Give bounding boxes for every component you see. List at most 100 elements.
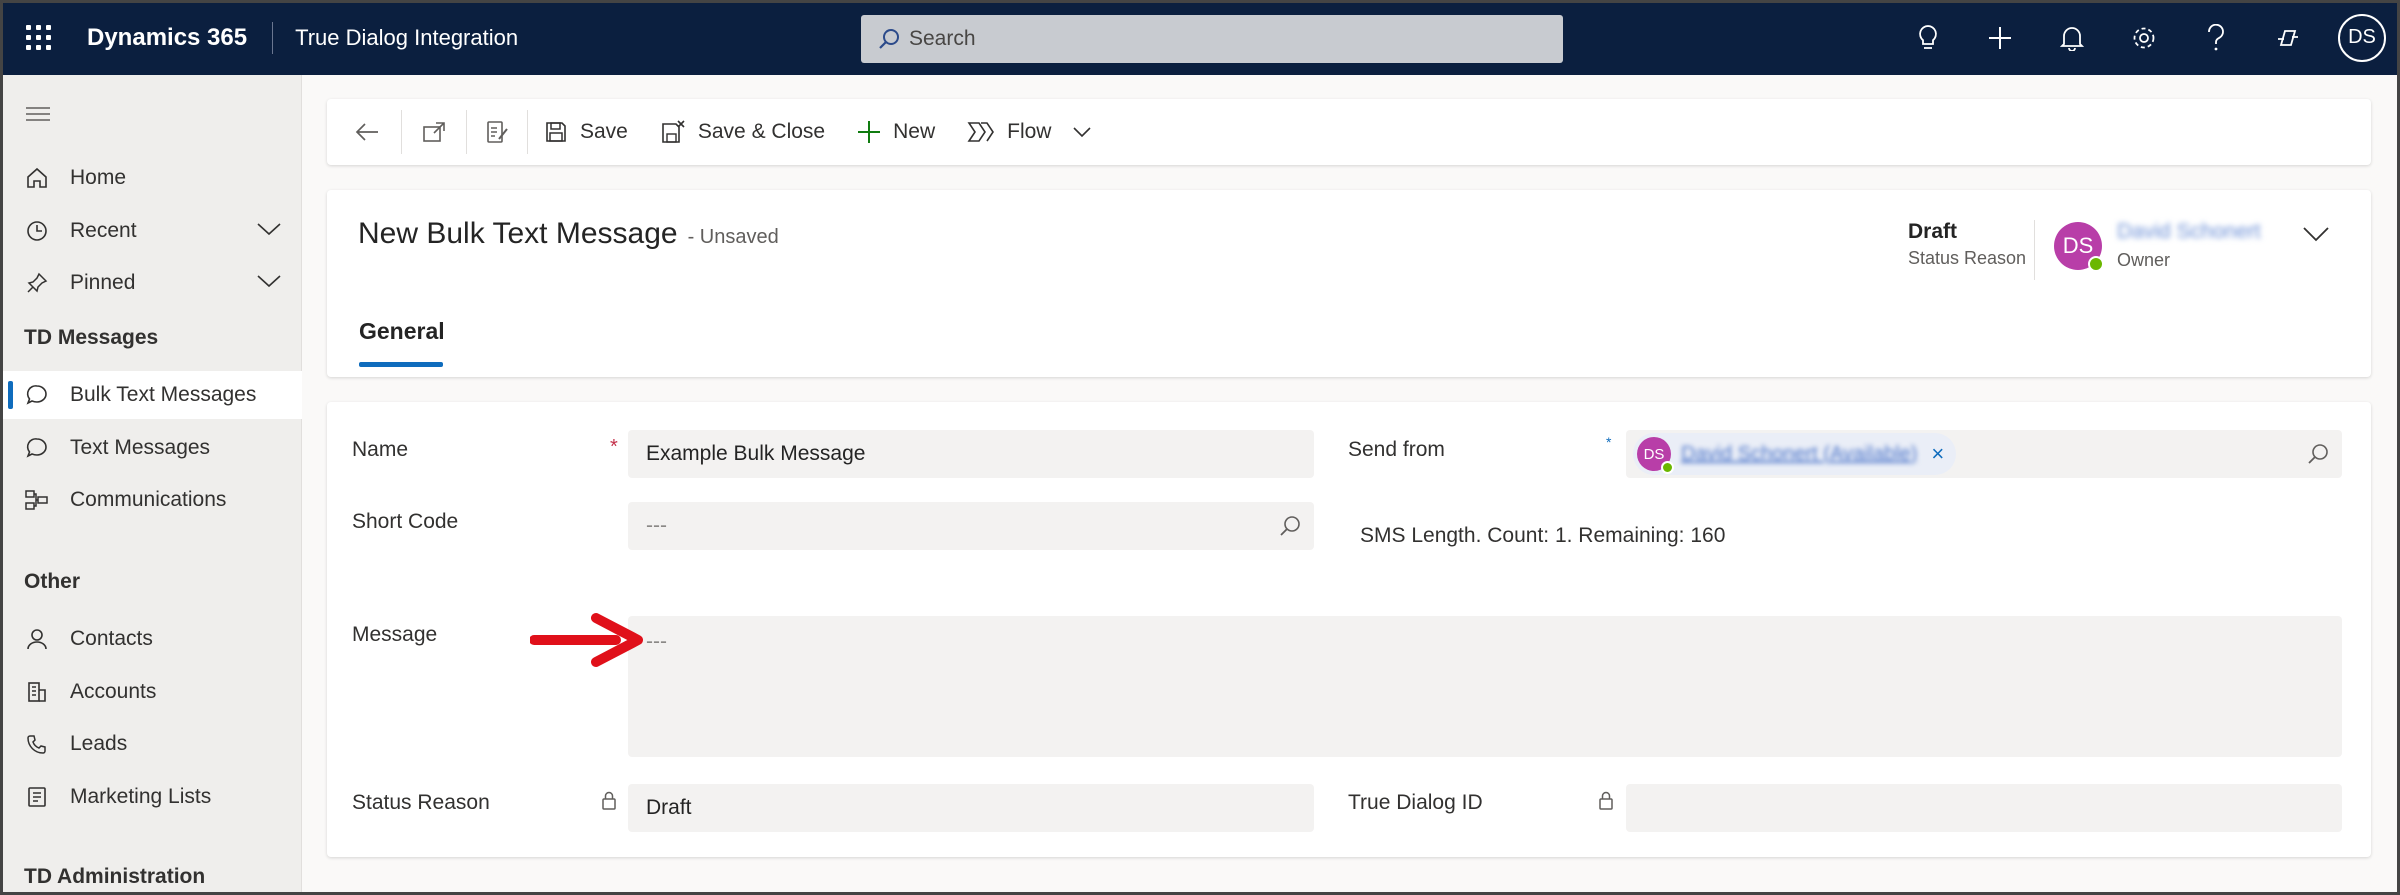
sidebar-item-label: Bulk Text Messages — [70, 383, 257, 406]
sidebar-item-text-messages[interactable]: Text Messages — [0, 424, 302, 472]
message-textarea[interactable]: --- — [628, 616, 2342, 757]
sms-length-info: SMS Length. Count: 1. Remaining: 160 — [1360, 524, 1726, 547]
save-label: Save — [580, 120, 628, 143]
sidebar-item-label: Text Messages — [70, 436, 211, 459]
list-icon — [0, 785, 70, 809]
person-icon — [0, 627, 70, 651]
back-button[interactable] — [327, 99, 401, 165]
search-input[interactable]: Search — [861, 15, 1563, 63]
message-label: Message — [352, 623, 438, 646]
presence-available-icon — [1661, 461, 1674, 474]
sidebar-item-communications[interactable]: Communications — [0, 476, 302, 524]
new-button[interactable]: New — [841, 99, 951, 165]
sidebar-item-accounts[interactable]: Accounts — [0, 668, 302, 716]
send-from-initials: DS — [1643, 445, 1665, 463]
chevron-down-icon[interactable] — [1073, 126, 1092, 138]
owner-label: Owner — [2117, 250, 2171, 270]
save-and-close-button[interactable]: Save & Close — [644, 99, 841, 165]
save-button[interactable]: Save — [528, 99, 644, 165]
chevron-down-icon[interactable] — [256, 271, 282, 295]
true-dialog-id-label: True Dialog ID — [1348, 791, 1483, 814]
send-from-label: Send from — [1348, 438, 1445, 461]
sidebar-item-marketing-lists[interactable]: Marketing Lists — [0, 773, 302, 821]
send-from-value-link[interactable]: David Schonert (Available) — [1681, 443, 1917, 466]
phone-person-icon — [0, 732, 70, 756]
sidebar: Home Recent Pinned TD Messages Bulk Text… — [0, 75, 302, 895]
sidebar-item-label: Marketing Lists — [70, 785, 212, 808]
sidebar-item-label: Contacts — [70, 627, 153, 650]
required-indicator: * — [610, 436, 618, 458]
header-expand-chevron-icon[interactable] — [2302, 226, 2330, 247]
flow-icon — [967, 122, 995, 142]
sidebar-item-home[interactable]: Home — [0, 154, 302, 202]
status-reason-field-value: Draft — [646, 796, 692, 819]
search-icon[interactable] — [2306, 442, 2330, 471]
short-code-lookup[interactable]: --- — [628, 502, 1314, 550]
sidebar-item-bulk-text-messages[interactable]: Bulk Text Messages — [0, 371, 302, 419]
flow-button[interactable]: Flow — [951, 99, 1107, 165]
plus-icon[interactable] — [1964, 0, 2036, 75]
status-reason-field: Draft — [628, 784, 1314, 832]
record-title-text: New Bulk Text Message — [358, 217, 678, 250]
header-divider — [2034, 220, 2035, 280]
sidebar-item-leads[interactable]: Leads — [0, 720, 302, 768]
sidebar-item-label: Leads — [70, 732, 128, 755]
user-avatar[interactable]: DS — [2338, 13, 2386, 62]
environment-name[interactable]: True Dialog Integration — [295, 25, 518, 51]
sidebar-item-contacts[interactable]: Contacts — [0, 615, 302, 663]
edit-document-icon — [487, 121, 508, 143]
communications-icon — [0, 488, 70, 512]
annotation-arrow-icon — [529, 612, 646, 673]
active-tab-indicator — [359, 362, 443, 367]
building-icon — [0, 680, 70, 704]
name-value: Example Bulk Message — [646, 442, 866, 465]
sidebar-item-pinned[interactable]: Pinned — [0, 259, 302, 307]
lock-icon — [1598, 791, 1614, 816]
top-bar: Dynamics 365 True Dialog Integration Sea… — [0, 0, 2400, 75]
name-field[interactable]: Example Bulk Message — [628, 430, 1314, 478]
save-and-close-label: Save & Close — [697, 120, 826, 143]
header-status-reason[interactable]: Draft Status Reason — [1908, 220, 2026, 269]
record-title: New Bulk Text Message - Unsaved — [358, 217, 779, 251]
copilot-icon[interactable] — [2252, 0, 2324, 75]
sidebar-item-label: Recent — [70, 219, 137, 242]
waffle-icon — [25, 25, 51, 50]
open-in-new-window-button[interactable] — [402, 99, 466, 165]
topbar-divider — [272, 21, 274, 54]
help-icon[interactable] — [2180, 0, 2252, 75]
hamburger-icon[interactable] — [26, 107, 50, 126]
plus-icon — [858, 121, 881, 143]
form-editor-button[interactable] — [467, 99, 527, 165]
true-dialog-id-field — [1626, 784, 2342, 832]
owner-avatar[interactable]: DS — [2054, 222, 2104, 272]
app-name[interactable]: Dynamics 365 — [87, 24, 247, 52]
business-recommended-indicator: * — [1606, 434, 1612, 450]
save-close-icon — [662, 120, 685, 143]
app-launcher-button[interactable] — [0, 0, 76, 75]
search-icon[interactable] — [1278, 514, 1302, 543]
unsaved-indicator: - Unsaved — [687, 226, 779, 248]
message-value: --- — [646, 630, 667, 653]
remove-selection-icon[interactable]: × — [1931, 441, 1944, 467]
chevron-down-icon[interactable] — [256, 219, 282, 243]
sidebar-item-label: Home — [70, 166, 127, 189]
gear-icon[interactable] — [2108, 0, 2180, 75]
sidebar-item-recent[interactable]: Recent — [0, 207, 302, 255]
send-from-selected-chip[interactable]: DS David Schonert (Available) × — [1633, 433, 1957, 475]
send-from-avatar: DS — [1637, 437, 1674, 474]
short-code-value: --- — [646, 514, 667, 537]
presence-available-icon — [2088, 256, 2104, 272]
status-reason-value: Draft — [1908, 220, 1958, 243]
record-header: New Bulk Text Message - Unsaved Draft Sta… — [327, 190, 2371, 377]
tab-general[interactable]: General — [359, 318, 445, 345]
search-placeholder: Search — [909, 27, 976, 50]
owner-name-link[interactable]: David Schonert — [2117, 220, 2261, 244]
search-icon — [879, 29, 899, 49]
open-new-window-icon — [423, 122, 445, 142]
clock-icon — [0, 219, 70, 243]
status-reason-field-label: Status Reason — [352, 791, 490, 814]
new-label: New — [893, 120, 936, 143]
home-icon — [0, 166, 70, 190]
lightbulb-icon[interactable] — [1892, 0, 1964, 75]
bell-icon[interactable] — [2036, 0, 2108, 75]
